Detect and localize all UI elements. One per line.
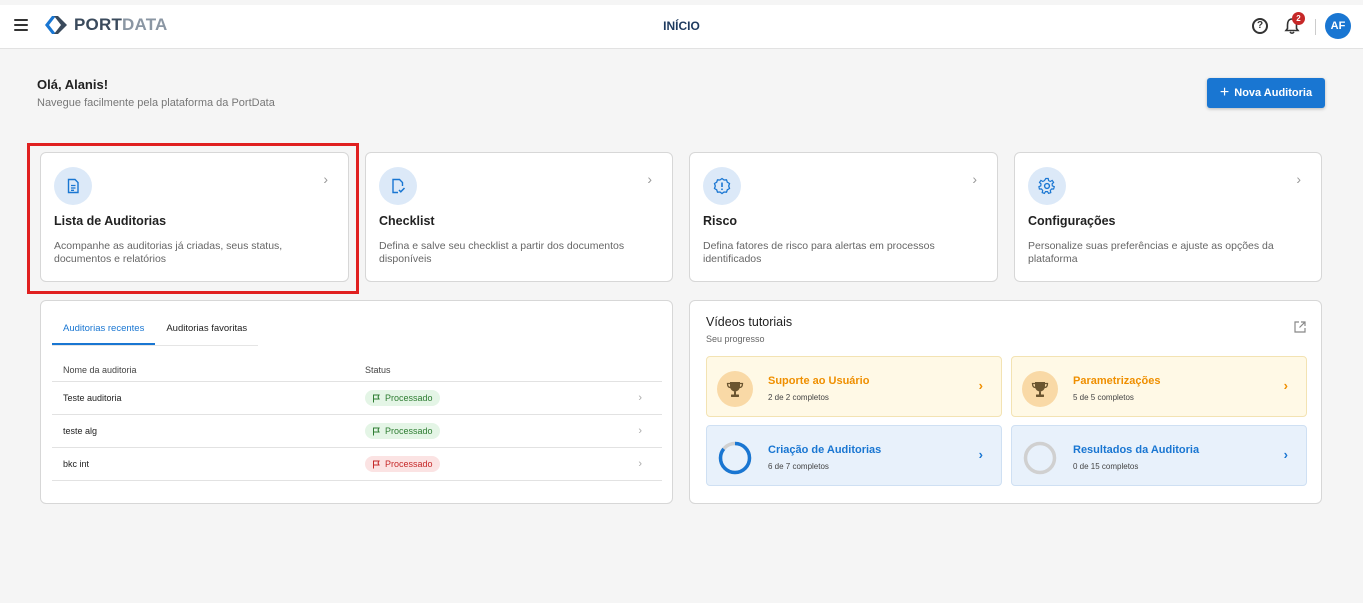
chevron-right-icon: ›: [1296, 171, 1301, 187]
column-header-name: Nome da auditoria: [63, 365, 137, 375]
tutorial-name: Resultados da Auditoria: [1073, 444, 1200, 456]
plus-icon: +: [1219, 84, 1230, 101]
trophy-icon: [717, 371, 753, 407]
chevron-right-icon: ›: [647, 171, 652, 187]
greeting: Olá, Alanis!: [37, 77, 109, 92]
alert-icon: [703, 167, 741, 205]
header-divider: [1315, 19, 1316, 35]
status-badge: Processado: [365, 423, 440, 439]
progress-ring-icon: [1023, 441, 1057, 475]
table-row[interactable]: bkc int Processado ›: [52, 448, 662, 481]
help-icon[interactable]: ?: [1252, 18, 1268, 34]
card-title: Lista de Auditorias: [54, 214, 167, 228]
table-row[interactable]: Teste auditoria Processado ›: [52, 382, 662, 415]
tutorial-name: Parametrizações: [1073, 375, 1161, 387]
card-audit-list[interactable]: › Lista de Auditorias Acompanhe as audit…: [40, 152, 349, 282]
page-title: INÍCIO: [663, 19, 700, 33]
chevron-right-icon: ›: [978, 378, 983, 393]
card-risk[interactable]: › Risco Defina fatores de risco para ale…: [689, 152, 998, 282]
greeting-subtitle: Navegue facilmente pela plataforma da Po…: [37, 97, 275, 109]
tutorial-card-audit-results[interactable]: Resultados da Auditoria 0 de 15 completo…: [1011, 425, 1307, 486]
new-audit-button[interactable]: + Nova Auditoria: [1207, 78, 1325, 108]
external-link-icon[interactable]: [1294, 321, 1306, 333]
tutorials-subtitle: Seu progresso: [706, 334, 765, 344]
tutorial-card-parametrizations[interactable]: Parametrizações 5 de 5 completos ›: [1011, 356, 1307, 417]
audit-name: bkc int: [63, 459, 90, 469]
tutorials-title: Vídeos tutoriais: [706, 315, 793, 329]
column-header-status: Status: [365, 365, 391, 375]
chevron-right-icon: ›: [1283, 447, 1288, 462]
flag-icon: [373, 460, 380, 468]
tab-recent-audits[interactable]: Auditorias recentes: [52, 318, 156, 345]
status-badge: Processado: [365, 390, 440, 406]
flag-icon: [373, 427, 380, 435]
new-audit-label: Nova Auditoria: [1234, 87, 1313, 99]
tutorials-panel: Vídeos tutoriais Seu progresso Suporte a…: [689, 300, 1322, 504]
audits-panel: Auditorias recentes Auditorias favoritas…: [40, 300, 673, 504]
status-badge: Processado: [365, 456, 440, 472]
status-text: Processado: [385, 459, 433, 469]
table-header: Nome da auditoria Status: [52, 359, 662, 382]
status-text: Processado: [385, 426, 433, 436]
tutorial-card-user-support[interactable]: Suporte ao Usuário 2 de 2 completos ›: [706, 356, 1002, 417]
top-bar: PORTDATA INÍCIO ? 2 AF: [0, 5, 1363, 49]
notification-badge: 2: [1292, 12, 1305, 25]
tutorial-name: Criação de Auditorias: [768, 444, 882, 456]
card-title: Risco: [703, 214, 738, 228]
status-text: Processado: [385, 393, 433, 403]
tutorial-progress: 0 de 15 completos: [1073, 462, 1139, 471]
table-row[interactable]: teste alg Processado ›: [52, 415, 662, 448]
gear-icon: [1028, 167, 1066, 205]
chevron-right-icon: ›: [972, 171, 977, 187]
card-title: Checklist: [379, 214, 435, 228]
tutorial-progress: 6 de 7 completos: [768, 462, 829, 471]
document-check-icon: [379, 167, 417, 205]
chevron-right-icon: ›: [638, 458, 642, 470]
chevron-right-icon: ›: [638, 392, 642, 404]
tutorial-progress: 2 de 2 completos: [768, 393, 829, 402]
audits-table: Nome da auditoria Status Teste auditoria…: [52, 359, 662, 481]
user-avatar[interactable]: AF: [1325, 13, 1351, 39]
tutorial-card-audit-creation[interactable]: Criação de Auditorias 6 de 7 completos ›: [706, 425, 1002, 486]
chevron-right-icon: ›: [638, 425, 642, 437]
card-description: Defina e salve seu checklist a partir do…: [379, 240, 625, 265]
audit-name: teste alg: [63, 426, 98, 436]
chevron-right-icon: ›: [323, 171, 328, 187]
card-checklist[interactable]: › Checklist Defina e salve seu checklist…: [365, 152, 673, 282]
tutorial-name: Suporte ao Usuário: [768, 375, 870, 387]
progress-ring-icon: [718, 441, 752, 475]
document-icon: [54, 167, 92, 205]
card-settings[interactable]: › Configurações Personalize suas preferê…: [1014, 152, 1322, 282]
tutorial-progress: 5 de 5 completos: [1073, 393, 1134, 402]
card-description: Personalize suas preferências e ajuste a…: [1028, 240, 1274, 265]
trophy-icon: [1022, 371, 1058, 407]
tab-favorite-audits[interactable]: Auditorias favoritas: [155, 318, 258, 345]
flag-icon: [373, 394, 380, 402]
card-description: Acompanhe as auditorias já criadas, seus…: [54, 240, 283, 265]
card-title: Configurações: [1028, 214, 1116, 228]
chevron-right-icon: ›: [1283, 378, 1288, 393]
audits-tabs: Auditorias recentes Auditorias favoritas: [52, 318, 259, 346]
audit-name: Teste auditoria: [63, 393, 122, 403]
chevron-right-icon: ›: [978, 447, 983, 462]
card-description: Defina fatores de risco para alertas em …: [703, 240, 935, 265]
